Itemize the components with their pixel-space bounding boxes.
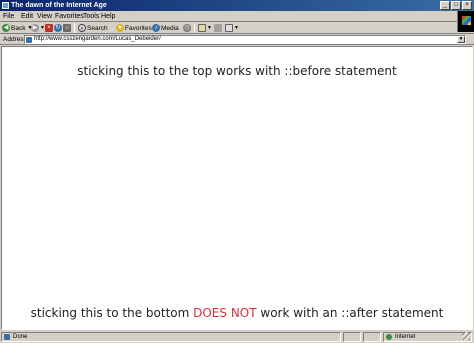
status-cell-empty bbox=[343, 332, 361, 342]
back-button[interactable]: ◀ Back ▼ bbox=[2, 23, 32, 33]
minimize-button[interactable]: _ bbox=[440, 1, 450, 10]
browser-window: The dawn of the Internet Age _ □ × File … bbox=[0, 0, 474, 343]
address-dropdown-icon[interactable]: ▼ bbox=[457, 36, 465, 43]
window-title: The dawn of the Internet Age bbox=[11, 2, 107, 9]
menu-view[interactable]: View bbox=[37, 12, 52, 21]
edit-button[interactable]: ▼ bbox=[225, 23, 239, 33]
mail-button[interactable]: ▼ bbox=[198, 23, 212, 33]
toolbar-separator bbox=[74, 23, 75, 33]
internet-zone-icon bbox=[386, 334, 392, 340]
forward-arrow-icon: ▶ bbox=[31, 24, 39, 32]
standard-toolbar: ◀ Back ▼ ▶ ▼ × ↻ ⌂ ⌕ Search ★ Favorites … bbox=[0, 22, 474, 34]
search-button[interactable]: ⌕ Search bbox=[78, 23, 108, 33]
address-bar: Address http://www.csszengarden.com/Luca… bbox=[0, 34, 474, 45]
favorites-star-icon: ★ bbox=[116, 24, 124, 32]
menu-file[interactable]: File bbox=[3, 12, 14, 21]
print-icon bbox=[214, 24, 222, 32]
history-button[interactable]: ◷ bbox=[183, 23, 192, 33]
menu-edit[interactable]: Edit bbox=[21, 12, 33, 21]
page-icon bbox=[26, 37, 32, 43]
history-icon: ◷ bbox=[183, 24, 191, 32]
window-controls: _ □ × bbox=[440, 1, 472, 10]
mail-icon bbox=[198, 24, 206, 32]
refresh-button[interactable]: ↻ bbox=[54, 23, 63, 33]
top-statement: sticking this to the top works with ::be… bbox=[77, 64, 397, 78]
stop-icon: × bbox=[45, 24, 53, 32]
bottom-statement-start: sticking this to the bottom bbox=[30, 306, 194, 320]
status-zone: Internet bbox=[383, 332, 472, 342]
media-label: Media bbox=[161, 24, 179, 32]
media-icon: ♪ bbox=[152, 24, 160, 32]
favorites-button[interactable]: ★ Favorites bbox=[116, 23, 152, 33]
favorites-label: Favorites bbox=[125, 24, 152, 32]
page-content: sticking this to the top works with ::be… bbox=[1, 46, 473, 330]
print-button[interactable] bbox=[214, 23, 223, 33]
maximize-button[interactable]: □ bbox=[451, 1, 461, 10]
title-bar[interactable]: The dawn of the Internet Age _ □ × bbox=[0, 0, 474, 11]
back-label: Back bbox=[11, 24, 26, 32]
close-button[interactable]: × bbox=[462, 1, 472, 10]
toolbar-separator bbox=[194, 23, 195, 33]
stop-button[interactable]: × bbox=[45, 23, 54, 33]
menu-bar: File Edit View Favorites Tools Help bbox=[0, 11, 474, 32]
edit-dropdown-icon[interactable]: ▼ bbox=[234, 25, 239, 31]
menu-help[interactable]: Help bbox=[101, 12, 115, 21]
resize-grip[interactable] bbox=[462, 332, 470, 340]
status-bar: Done Internet bbox=[0, 331, 474, 343]
ie-page-icon bbox=[2, 2, 9, 9]
forward-button[interactable]: ▶ ▼ bbox=[31, 23, 45, 33]
search-icon: ⌕ bbox=[78, 24, 86, 32]
edit-icon bbox=[225, 24, 233, 32]
page-status-icon bbox=[4, 334, 10, 340]
address-input[interactable]: http://www.csszengarden.com/Lucas_Debeid… bbox=[24, 35, 466, 44]
mail-dropdown-icon[interactable]: ▼ bbox=[207, 25, 212, 31]
zone-text: Internet bbox=[395, 334, 416, 340]
bottom-statement-end: work with an ::after statement bbox=[256, 306, 444, 320]
back-arrow-icon: ◀ bbox=[2, 24, 10, 32]
address-url: http://www.csszengarden.com/Lucas_Debeid… bbox=[34, 36, 161, 42]
home-icon: ⌂ bbox=[63, 24, 71, 32]
search-label: Search bbox=[87, 24, 108, 32]
home-button[interactable]: ⌂ bbox=[63, 23, 72, 33]
media-button[interactable]: ♪ Media bbox=[152, 23, 179, 33]
menu-favorites[interactable]: Favorites bbox=[55, 12, 84, 21]
bottom-statement: sticking this to the bottom DOES NOT wor… bbox=[2, 306, 472, 320]
bottom-statement-emphasis: DOES NOT bbox=[193, 306, 257, 320]
status-cell-empty bbox=[363, 332, 381, 342]
menu-tools[interactable]: Tools bbox=[83, 12, 99, 21]
status-main: Done bbox=[1, 332, 341, 342]
refresh-icon: ↻ bbox=[54, 24, 62, 32]
status-text: Done bbox=[13, 334, 28, 340]
